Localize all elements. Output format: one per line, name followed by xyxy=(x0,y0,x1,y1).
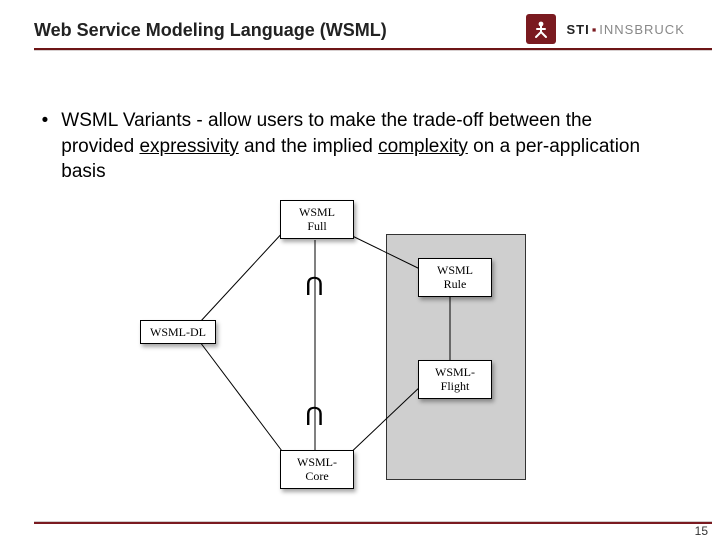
brand-name: STI xyxy=(566,22,589,37)
bullet-marker: • xyxy=(34,108,56,134)
box-wsml-full: WSML Full xyxy=(280,200,354,239)
bullet-text: WSML Variants - allow users to make the … xyxy=(61,108,661,185)
bullet-text-2: and the implied xyxy=(239,136,378,157)
brand-location: INNSBRUCK xyxy=(599,22,685,37)
header-rule-shadow xyxy=(34,50,712,51)
term-expressivity: expressivity xyxy=(139,136,238,157)
box-wsml-core-l2: Core xyxy=(287,469,347,483)
brand-logo: STI▪INNSBRUCK xyxy=(526,14,686,48)
brand-text: STI▪INNSBRUCK xyxy=(566,22,684,37)
wsml-variants-diagram: WSML Full WSML-DL WSML Rule WSML- Flight… xyxy=(130,200,550,500)
box-wsml-rule: WSML Rule xyxy=(418,258,492,297)
union-symbol-top: U xyxy=(305,270,324,301)
box-wsml-full-l1: WSML xyxy=(287,205,347,219)
footer-rule xyxy=(34,522,712,524)
union-symbol-bottom: U xyxy=(305,400,324,431)
bullet-item: • WSML Variants - allow users to make th… xyxy=(34,108,684,185)
box-wsml-core-l1: WSML- xyxy=(287,455,347,469)
box-wsml-dl-l1: WSML-DL xyxy=(147,325,209,339)
box-wsml-core: WSML- Core xyxy=(280,450,354,489)
box-wsml-rule-l2: Rule xyxy=(425,277,485,291)
box-wsml-dl: WSML-DL xyxy=(140,320,216,344)
brand-separator-icon: ▪ xyxy=(592,22,598,37)
box-wsml-flight: WSML- Flight xyxy=(418,360,492,399)
sti-logo-icon xyxy=(526,14,556,44)
box-wsml-flight-l2: Flight xyxy=(425,379,485,393)
term-complexity: complexity xyxy=(378,136,468,157)
page-number: 15 xyxy=(695,524,708,538)
box-wsml-flight-l1: WSML- xyxy=(425,365,485,379)
box-wsml-rule-l1: WSML xyxy=(425,263,485,277)
box-wsml-full-l2: Full xyxy=(287,219,347,233)
slide: Web Service Modeling Language (WSML) STI… xyxy=(0,0,720,540)
